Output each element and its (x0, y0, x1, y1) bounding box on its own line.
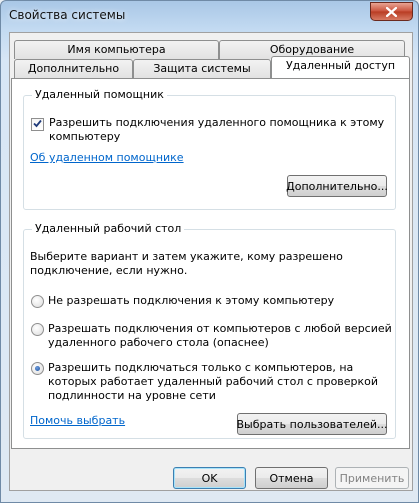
radio-allow-nla-only[interactable] (31, 362, 44, 375)
radio-allow-any-version-label-line2[interactable]: удаленного рабочего стола (опаснее) (48, 336, 269, 350)
tab-advanced[interactable]: Дополнительно (14, 59, 133, 78)
tab-computer-name[interactable]: Имя компьютера (14, 40, 219, 59)
radio-deny-connections-label[interactable]: Не разрешать подключения к этому компьют… (48, 294, 334, 308)
apply-button[interactable]: Применить (335, 467, 409, 489)
ok-button[interactable]: OK (173, 467, 246, 489)
radio-allow-nla-only-label-line2[interactable]: которых работает удаленный рабочий стол … (48, 375, 378, 389)
allow-remote-assistance-label-line2[interactable]: компьютеру (49, 130, 120, 144)
radio-deny-connections[interactable] (31, 295, 44, 308)
title-bar[interactable]: Свойства системы (1, 1, 419, 31)
select-users-button[interactable]: Выбрать пользователей... (237, 413, 388, 435)
radio-allow-nla-only-label-line1[interactable]: Разрешить подключаться только с компьюте… (48, 361, 353, 375)
allow-remote-assistance-label-line1[interactable]: Разрешить подключения удаленного помощни… (49, 116, 384, 130)
remote-assistance-group: Удаленный помощник Разрешить подключения… (23, 88, 396, 210)
remote-desktop-description-line1: Выберите вариант и затем укажите, кому р… (30, 250, 343, 263)
remote-desktop-group-title: Удаленный рабочий стол (32, 222, 185, 235)
close-button[interactable] (370, 2, 413, 21)
system-properties-window: Свойства системы Имя компьютера Оборудов… (0, 0, 419, 503)
window-title: Свойства системы (9, 8, 126, 22)
radio-allow-nla-only-label-line3[interactable]: подлинности на уровне сети (48, 389, 216, 403)
radio-selected-dot (35, 366, 40, 371)
close-icon (386, 6, 397, 17)
remote-desktop-description-line2: подключение, если нужно. (30, 264, 188, 277)
remote-desktop-group: Удаленный рабочий стол Выберите вариант … (23, 222, 396, 439)
help-me-choose-link[interactable]: Помочь выбрать (30, 414, 125, 428)
cancel-button[interactable]: Отмена (255, 467, 328, 489)
radio-allow-any-version-label-line1[interactable]: Разрешать подключения от компьютеров с л… (48, 322, 392, 336)
tab-system-protection[interactable]: Защита системы (133, 59, 271, 78)
remote-assistance-group-title: Удаленный помощник (32, 88, 167, 101)
tab-remote[interactable]: Удаленный доступ (271, 56, 410, 78)
check-icon (33, 118, 42, 131)
remote-assistance-advanced-button[interactable]: Дополнительно... (286, 175, 388, 197)
remote-tab-page: Удаленный помощник Разрешить подключения… (11, 78, 410, 449)
radio-allow-any-version[interactable] (31, 323, 44, 336)
allow-remote-assistance-checkbox[interactable] (31, 118, 44, 131)
about-remote-assistance-link[interactable]: Об удаленном помощнике (30, 151, 184, 165)
